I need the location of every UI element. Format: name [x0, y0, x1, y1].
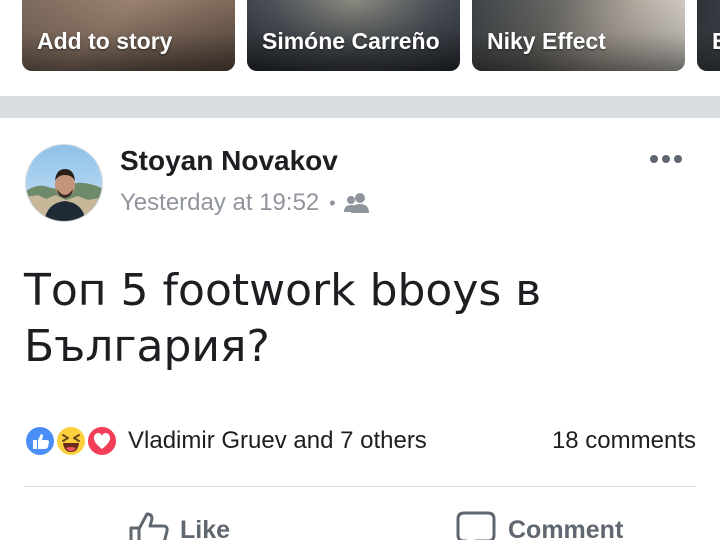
like-button-label: Like — [180, 515, 231, 540]
avatar-image — [26, 145, 102, 221]
comments-count-link[interactable]: 18 comments — [552, 427, 696, 455]
post-timestamp[interactable]: Yesterday at 19:52 — [120, 189, 319, 217]
story-partial[interactable]: E — [697, 0, 720, 71]
reaction-icons — [24, 424, 122, 458]
haha-reaction-icon — [55, 425, 87, 457]
post-options-button[interactable] — [646, 148, 686, 170]
story-niky-effect[interactable]: Niky Effect — [472, 0, 685, 71]
comment-button[interactable]: Comment — [456, 510, 623, 540]
comment-button-label: Comment — [508, 515, 624, 540]
post-body-text: Топ 5 footwork bboys в България? — [24, 265, 542, 372]
story-label: Add to story — [37, 28, 173, 54]
thumbs-up-icon — [129, 512, 169, 540]
story-simone-carreno[interactable]: Simóne Carreño — [247, 0, 460, 71]
reactions-summary-text: Vladimir Gruev and 7 others — [128, 427, 427, 454]
author-avatar[interactable] — [25, 144, 103, 222]
story-add-to-story[interactable]: Add to story — [22, 0, 235, 71]
story-label: Niky Effect — [487, 28, 606, 54]
feed-separator — [0, 96, 720, 118]
story-label: Simóne Carreño — [262, 28, 440, 54]
friends-icon — [343, 193, 369, 213]
facebook-feed: Add to story Simóne Carreño Niky Effect … — [0, 0, 720, 540]
love-reaction-icon — [86, 425, 118, 457]
more-dots-icon — [650, 155, 682, 163]
actions-divider — [24, 486, 696, 487]
story-label: E — [712, 28, 720, 54]
post-author-name[interactable]: Stoyan Novakov — [120, 145, 338, 177]
reactions-summary[interactable]: Vladimir Gruev and 7 others — [24, 424, 427, 458]
post-card: Stoyan Novakov Yesterday at 19:52 • Топ … — [0, 118, 720, 540]
stories-strip[interactable]: Add to story Simóne Carreño Niky Effect … — [0, 0, 720, 96]
comment-bubble-icon — [456, 511, 496, 540]
like-reaction-icon — [24, 425, 56, 457]
meta-separator: • — [329, 192, 336, 213]
post-meta: Yesterday at 19:52 • — [120, 189, 370, 217]
like-button[interactable]: Like — [128, 510, 230, 540]
